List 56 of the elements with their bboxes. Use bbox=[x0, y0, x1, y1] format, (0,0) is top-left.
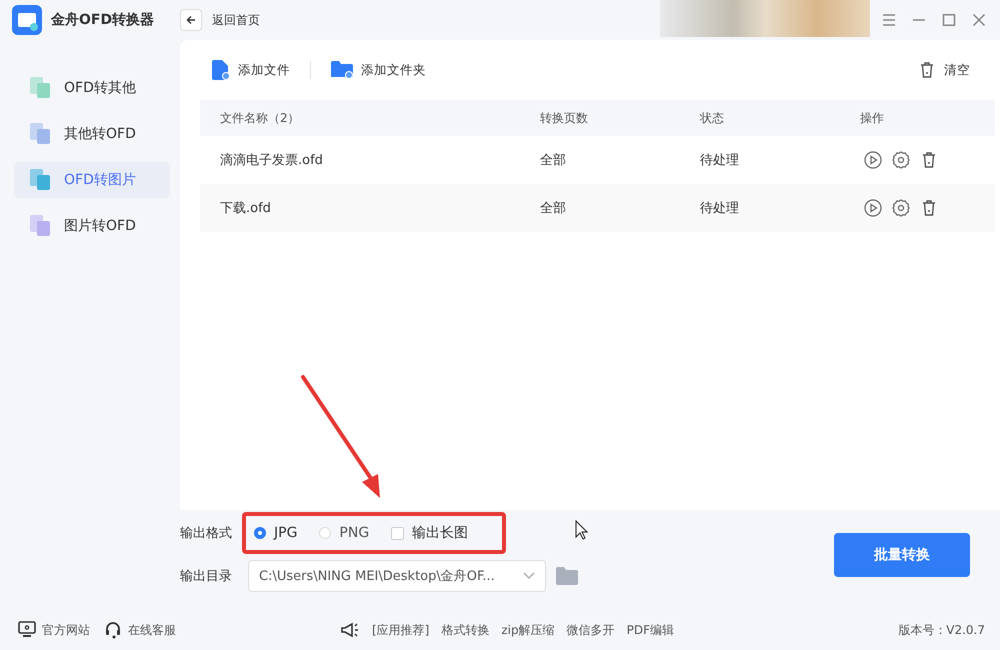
maximize-icon[interactable] bbox=[942, 14, 956, 26]
footer-link[interactable]: 官方网站 bbox=[18, 621, 90, 639]
mouse-cursor-icon bbox=[575, 520, 588, 540]
arrow-left-icon bbox=[186, 15, 196, 25]
batch-convert-button[interactable]: 批量转换 bbox=[834, 533, 970, 577]
promo-label[interactable]: [应用推荐] bbox=[372, 622, 430, 638]
trash-icon bbox=[918, 61, 936, 79]
promo-link[interactable]: PDF编辑 bbox=[626, 622, 674, 638]
column-header: 转换页数 bbox=[540, 110, 589, 126]
add-folder-button[interactable]: 添加文件夹 bbox=[331, 61, 426, 79]
clear-button[interactable]: 清空 bbox=[918, 61, 970, 79]
close-icon[interactable] bbox=[972, 14, 986, 26]
file-status: 待处理 bbox=[700, 152, 740, 169]
radio-option[interactable]: JPG bbox=[254, 525, 298, 541]
monitor-icon bbox=[18, 621, 36, 639]
play-icon[interactable] bbox=[864, 199, 882, 217]
megaphone-icon bbox=[340, 622, 360, 638]
sidebar-item[interactable]: 图片转OFD bbox=[14, 208, 170, 244]
sidebar-item[interactable]: OFD转其他 bbox=[14, 70, 170, 106]
settings-icon[interactable] bbox=[892, 151, 910, 169]
play-icon[interactable] bbox=[864, 151, 882, 169]
chevron-down-icon bbox=[523, 572, 535, 580]
column-header: 文件名称（2） bbox=[220, 110, 301, 126]
promo-link[interactable]: 格式转换 bbox=[441, 622, 490, 638]
table-row[interactable]: 滴滴电子发票.ofd 全部 待处理 bbox=[200, 136, 995, 184]
settings-icon[interactable] bbox=[892, 199, 910, 217]
promo-link[interactable]: zip解压缩 bbox=[501, 622, 555, 638]
sidebar-item[interactable]: 其他转OFD bbox=[14, 116, 170, 152]
menu-icon[interactable] bbox=[882, 14, 896, 26]
folder-add-icon bbox=[331, 61, 353, 79]
format-label: 输出格式 bbox=[180, 525, 233, 542]
checkbox-option[interactable]: 输出长图 bbox=[391, 524, 468, 542]
file-name: 滴滴电子发票.ofd bbox=[220, 152, 324, 169]
radio-option[interactable]: PNG bbox=[319, 525, 370, 541]
column-header: 状态 bbox=[700, 110, 725, 126]
headset-icon bbox=[104, 621, 122, 639]
app-logo-icon bbox=[12, 5, 42, 35]
directory-label: 输出目录 bbox=[180, 568, 233, 585]
back-label[interactable]: 返回首页 bbox=[212, 12, 260, 28]
app-title: 金舟OFD转换器 bbox=[51, 11, 154, 29]
add-file-button[interactable]: 添加文件 bbox=[212, 60, 290, 80]
file-add-icon bbox=[212, 60, 230, 80]
page-count: 全部 bbox=[540, 200, 567, 217]
column-header: 操作 bbox=[860, 110, 885, 126]
back-button[interactable] bbox=[180, 9, 202, 31]
page-count: 全部 bbox=[540, 152, 567, 169]
promo-link[interactable]: 微信多开 bbox=[566, 622, 615, 638]
sidebar-item[interactable]: OFD转图片 bbox=[14, 162, 170, 198]
file-status: 待处理 bbox=[700, 200, 740, 217]
file-name: 下载.ofd bbox=[220, 200, 272, 217]
trash-icon[interactable] bbox=[920, 151, 938, 169]
version-text: 版本号：V2.0.7 bbox=[898, 622, 985, 638]
table-row[interactable]: 下载.ofd 全部 待处理 bbox=[200, 184, 995, 232]
trash-icon[interactable] bbox=[920, 199, 938, 217]
directory-dropdown[interactable]: C:\Users\NING MEI\Desktop\金舟OF... bbox=[248, 560, 546, 592]
footer-link[interactable]: 在线客服 bbox=[104, 621, 176, 639]
